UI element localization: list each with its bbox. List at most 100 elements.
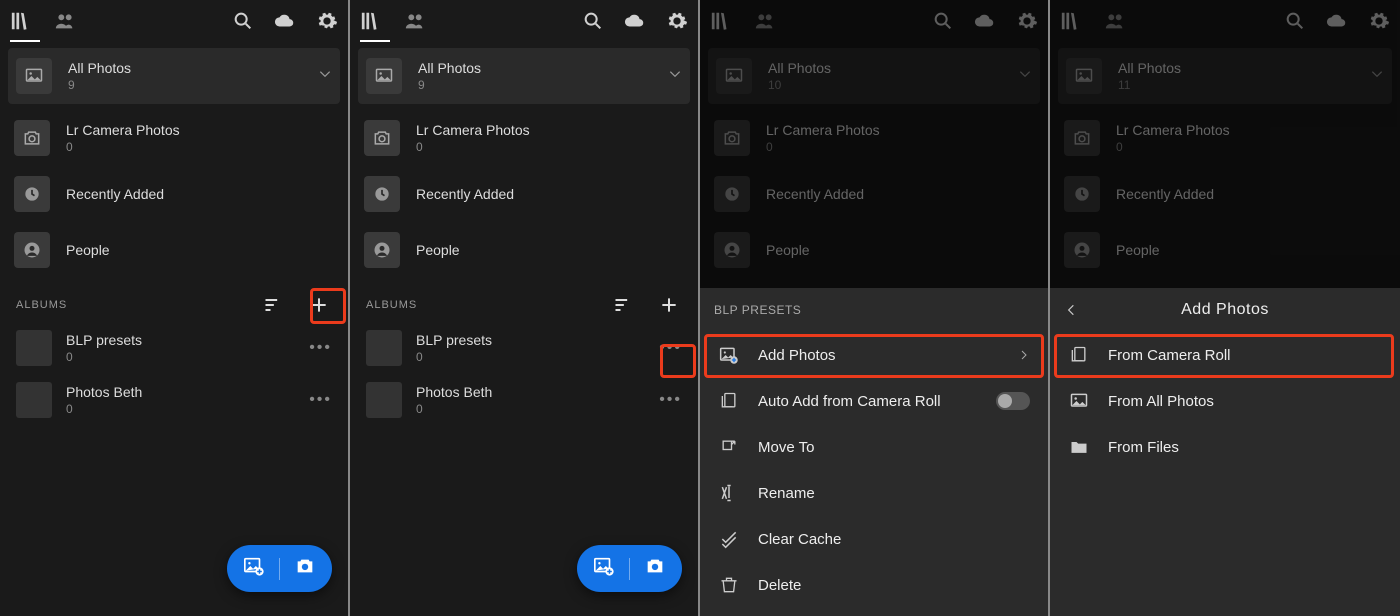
album-count: 0	[66, 402, 142, 416]
back-button[interactable]	[1064, 303, 1092, 317]
album-more-button[interactable]: •••	[309, 391, 332, 409]
move-to-label: Move To	[758, 439, 1030, 456]
library-tab-icon[interactable]	[360, 10, 382, 32]
lr-camera-count: 0	[766, 140, 880, 154]
lr-camera-row[interactable]: Lr Camera Photos0	[350, 110, 698, 166]
sort-button[interactable]	[610, 292, 636, 318]
album-options-sheet: BLP PRESETS Add Photos Auto Add from Cam…	[700, 288, 1048, 616]
people-row[interactable]: People	[0, 222, 348, 278]
recently-added-row[interactable]: Recently Added	[0, 166, 348, 222]
from-all-photos-row[interactable]: From All Photos	[1050, 378, 1400, 424]
clear-cache-row[interactable]: Clear Cache	[700, 516, 1048, 562]
album-thumb	[366, 330, 402, 366]
recently-added-row[interactable]: Recently Added	[350, 166, 698, 222]
delete-label: Delete	[758, 577, 1030, 594]
search-icon[interactable]	[582, 10, 604, 32]
album-thumb	[366, 382, 402, 418]
add-image-icon	[243, 555, 265, 582]
sort-button[interactable]	[260, 292, 286, 318]
recently-added-label: Recently Added	[766, 186, 864, 202]
add-image-icon	[593, 555, 615, 582]
add-fab[interactable]	[577, 545, 682, 592]
folder-icon	[1068, 437, 1090, 457]
cloud-icon[interactable]	[1326, 10, 1348, 32]
all-photos-row[interactable]: All Photos10	[708, 48, 1040, 104]
lr-camera-row[interactable]: Lr Camera Photos 0	[700, 110, 1048, 166]
shared-tab-icon[interactable]	[404, 10, 426, 32]
album-item[interactable]: Photos Beth0 •••	[350, 374, 698, 426]
album-more-button[interactable]: •••	[659, 391, 682, 409]
settings-icon[interactable]	[1016, 10, 1038, 32]
album-item[interactable]: Photos Beth 0 •••	[0, 374, 348, 426]
shared-tab-icon[interactable]	[1104, 10, 1126, 32]
recently-added-row[interactable]: Recently Added	[700, 166, 1048, 222]
cloud-icon[interactable]	[974, 10, 996, 32]
album-more-button[interactable]: •••	[309, 339, 332, 357]
album-more-button[interactable]: •••	[659, 339, 682, 357]
image-icon	[1066, 58, 1102, 94]
trash-icon	[718, 575, 740, 595]
album-count: 0	[416, 350, 492, 364]
people-row[interactable]: People	[1050, 222, 1400, 278]
search-icon[interactable]	[232, 10, 254, 32]
from-files-row[interactable]: From Files	[1050, 424, 1400, 470]
all-photos-label: All Photos	[68, 60, 131, 76]
search-icon[interactable]	[932, 10, 954, 32]
all-photos-count: 9	[68, 78, 131, 92]
people-row[interactable]: People	[350, 222, 698, 278]
recently-added-label: Recently Added	[66, 186, 164, 202]
camera-capture-icon	[644, 555, 666, 582]
albums-label: ALBUMS	[16, 299, 240, 311]
add-album-button[interactable]	[306, 292, 332, 318]
library-tab-icon[interactable]	[1060, 10, 1082, 32]
lr-camera-count: 0	[1116, 140, 1230, 154]
add-album-button[interactable]	[656, 292, 682, 318]
library-tab-icon[interactable]	[710, 10, 732, 32]
lr-camera-row[interactable]: Lr Camera Photos0	[1050, 110, 1400, 166]
recently-added-row[interactable]: Recently Added	[1050, 166, 1400, 222]
shared-tab-icon[interactable]	[54, 10, 76, 32]
add-photos-row[interactable]: Add Photos	[700, 332, 1048, 378]
people-row[interactable]: People	[700, 222, 1048, 278]
camera-icon	[1064, 120, 1100, 156]
from-camera-roll-row[interactable]: From Camera Roll	[1050, 332, 1400, 378]
all-photos-label: All Photos	[1118, 60, 1181, 76]
album-item[interactable]: BLP presets 0 •••	[0, 322, 348, 374]
lr-camera-count: 0	[66, 140, 180, 154]
albums-header: ALBUMS	[350, 278, 698, 322]
active-tab-underline	[10, 40, 40, 42]
library-tab-icon[interactable]	[10, 10, 32, 32]
sheet-header: Add Photos	[1050, 288, 1400, 332]
all-photos-label: All Photos	[418, 60, 481, 76]
lr-camera-count: 0	[416, 140, 530, 154]
cloud-icon[interactable]	[274, 10, 296, 32]
add-fab[interactable]	[227, 545, 332, 592]
top-bar	[1050, 0, 1400, 42]
search-icon[interactable]	[1284, 10, 1306, 32]
lr-camera-label: Lr Camera Photos	[766, 122, 880, 138]
all-photos-row[interactable]: All Photos 9	[8, 48, 340, 104]
lr-camera-label: Lr Camera Photos	[66, 122, 180, 138]
sheet-header: BLP PRESETS	[700, 288, 1048, 332]
active-tab-underline	[360, 40, 390, 42]
auto-add-toggle[interactable]	[996, 392, 1030, 410]
move-to-row[interactable]: Move To	[700, 424, 1048, 470]
album-item[interactable]: BLP presets 0 •••	[350, 322, 698, 374]
lr-camera-row[interactable]: Lr Camera Photos 0	[0, 110, 348, 166]
person-icon	[364, 232, 400, 268]
camera-capture-icon	[294, 555, 316, 582]
rename-icon	[718, 483, 740, 503]
top-bar	[700, 0, 1048, 42]
shared-tab-icon[interactable]	[754, 10, 776, 32]
settings-icon[interactable]	[1368, 10, 1390, 32]
settings-icon[interactable]	[666, 10, 688, 32]
rename-row[interactable]: Rename	[700, 470, 1048, 516]
album-title: BLP presets	[416, 332, 492, 348]
camera-icon	[714, 120, 750, 156]
auto-add-row[interactable]: Auto Add from Camera Roll	[700, 378, 1048, 424]
settings-icon[interactable]	[316, 10, 338, 32]
all-photos-row[interactable]: All Photos11	[1058, 48, 1392, 104]
cloud-icon[interactable]	[624, 10, 646, 32]
delete-row[interactable]: Delete	[700, 562, 1048, 608]
all-photos-row[interactable]: All Photos 9	[358, 48, 690, 104]
